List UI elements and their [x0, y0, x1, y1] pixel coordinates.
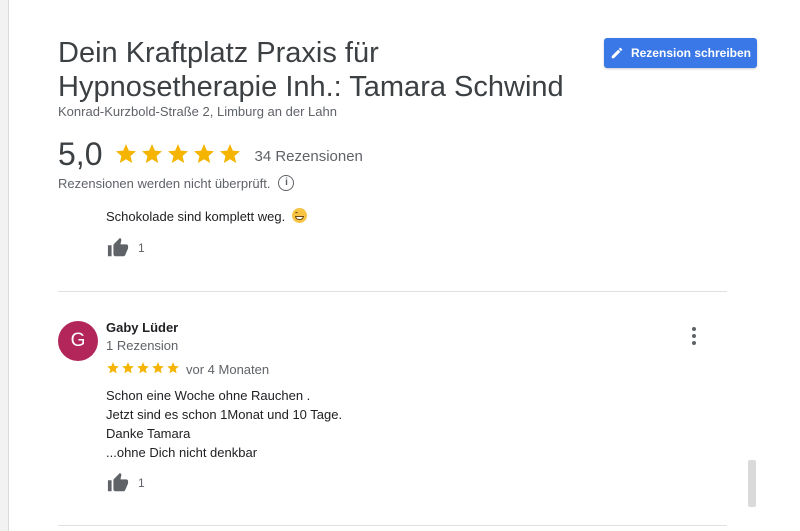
not-verified-text: Rezensionen werden nicht überprüft. — [58, 175, 271, 191]
grinning-emoji-icon — [291, 208, 307, 223]
reviewer-avatar[interactable]: G — [58, 321, 98, 361]
review-like-button[interactable]: 1 — [106, 472, 145, 494]
star-icon — [168, 144, 189, 163]
rating-stars — [114, 142, 242, 166]
review-count-link[interactable]: 34 Rezensionen — [254, 148, 362, 165]
reviewer-name[interactable]: Gaby Lüder — [106, 320, 178, 335]
business-title: Dein Kraftplatz Praxis für Hypnosetherap… — [58, 37, 564, 103]
thumb-up-icon — [107, 472, 129, 492]
business-address: Konrad-Kurzbold-Straße 2, Limburg an der… — [58, 104, 337, 119]
review-time: vor 4 Monaten — [186, 362, 270, 377]
star-icon — [220, 144, 241, 163]
star-icon — [194, 144, 215, 163]
review-line: Jetzt sind es schon 1Monat und 10 Tage. — [106, 407, 343, 422]
review-line: Danke Tamara — [106, 426, 191, 441]
pencil-icon — [611, 47, 623, 59]
more-vert-icon-dot — [692, 334, 696, 338]
review-line: ...ohne Dich nicht denkbar — [106, 445, 258, 460]
star-icon — [152, 362, 164, 374]
review-like-count: 1 — [138, 476, 145, 490]
review-body: Schon eine Woche ohne Rauchen . Jetzt si… — [106, 386, 342, 462]
not-verified-note: Rezensionen werden nicht überprüft. i — [58, 175, 295, 191]
write-review-label: Rezension schreiben — [630, 46, 752, 60]
reviewer-review-count: 1 Rezension — [106, 338, 179, 353]
previous-review-like-count: 1 — [138, 241, 145, 255]
review-line: Schon eine Woche ohne Rauchen . — [106, 388, 311, 403]
thumb-up-icon — [107, 237, 129, 257]
background-page-edge — [0, 0, 9, 531]
write-review-button[interactable]: Rezension schreiben — [604, 38, 757, 68]
previous-review-like-button[interactable]: 1 — [106, 237, 145, 259]
previous-review-text: Schokolade sind komplett weg. — [106, 207, 307, 226]
reviews-dialog: Dein Kraftplatz Praxis für Hypnosetherap… — [9, 0, 800, 531]
review-stars — [106, 361, 180, 375]
rating-summary: 5,0 34 Rezensionen — [58, 135, 363, 173]
avatar-letter: G — [70, 330, 86, 351]
scrollbar-thumb[interactable] — [748, 460, 756, 507]
star-icon — [137, 362, 149, 374]
star-icon — [122, 362, 134, 374]
star-icon — [107, 362, 119, 374]
previous-review-text-tail: Schokolade sind komplett weg. — [106, 209, 286, 224]
more-options-button[interactable] — [687, 326, 701, 346]
more-vert-icon-dot — [692, 341, 696, 345]
star-icon — [142, 144, 163, 163]
more-vert-icon-dot — [692, 327, 696, 331]
star-icon — [116, 144, 137, 163]
review-divider — [58, 525, 727, 526]
star-icon — [167, 362, 179, 374]
info-icon[interactable]: i — [278, 175, 295, 191]
rating-value: 5,0 — [58, 136, 103, 172]
review-divider — [58, 291, 727, 292]
